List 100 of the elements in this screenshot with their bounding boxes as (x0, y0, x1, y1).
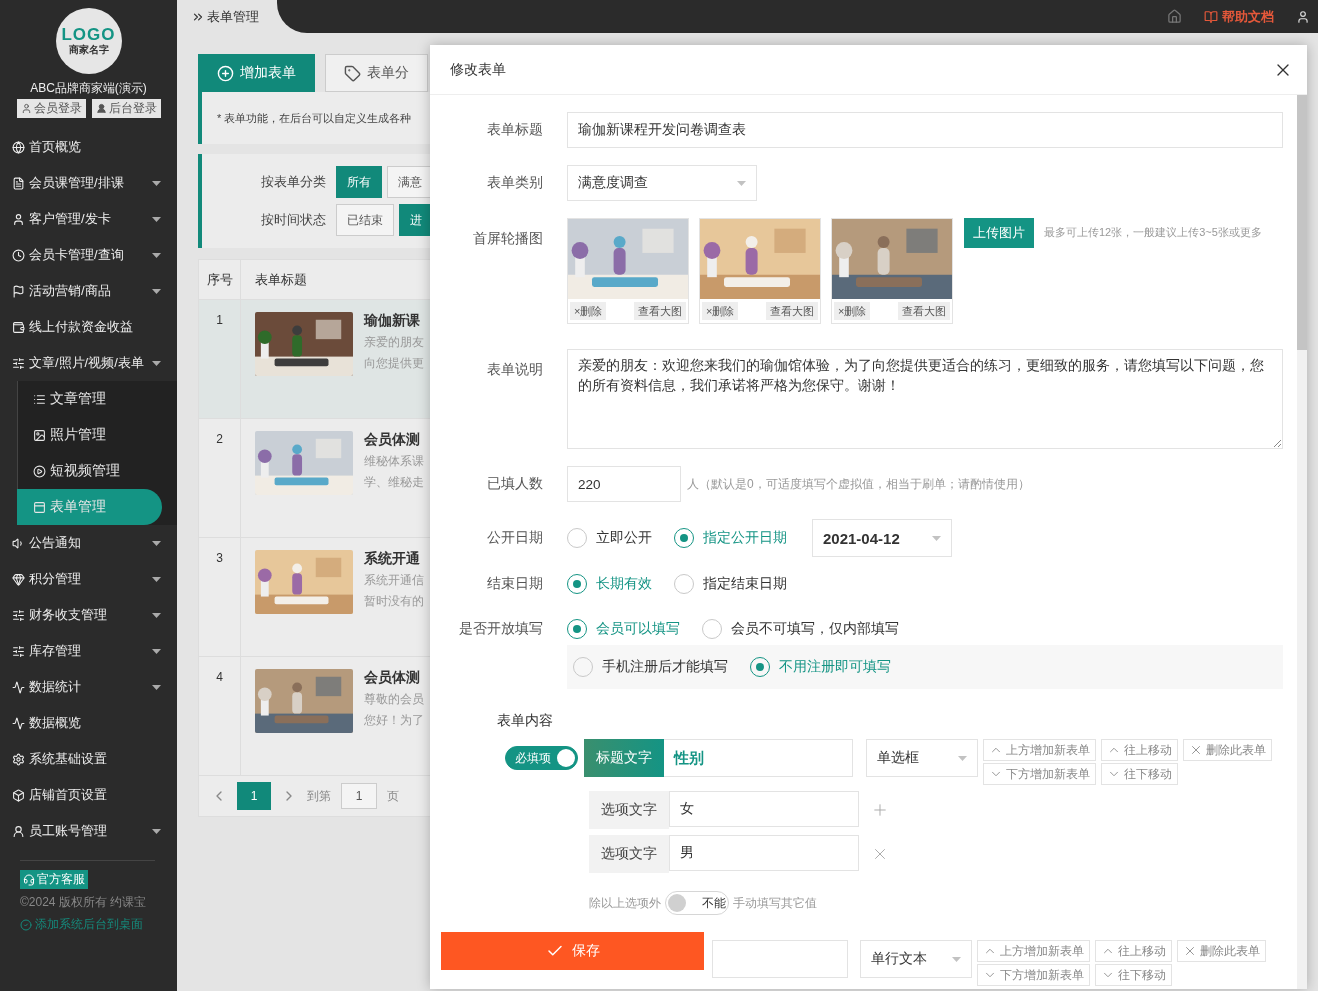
radio-option[interactable]: 会员可以填写 (567, 619, 680, 639)
menu-item[interactable]: 店铺首页设置 (0, 777, 177, 813)
gem-icon (12, 572, 25, 586)
user-icon (12, 824, 25, 838)
table-row[interactable]: 4 会员体测 尊敬的会员 您好！为了 (199, 657, 430, 776)
menu-item[interactable]: 首页概览 (0, 129, 177, 165)
menu-item[interactable]: 线上付款资金收益 (0, 309, 177, 345)
field-label: 公开日期 (486, 529, 544, 547)
view-button[interactable]: 查看大图 (898, 302, 950, 320)
table-row[interactable]: 2 会员体测 维秘体系课 学、维秘走 (199, 419, 430, 538)
radio-option[interactable]: 会员不可填写，仅内部填写 (702, 619, 899, 639)
upload-button[interactable]: 上传图片 (964, 218, 1034, 248)
action-button[interactable]: 表单分 (325, 54, 428, 92)
other-toggle[interactable]: 不能 (665, 891, 729, 915)
radio-option[interactable]: 不用注册即可填写 (750, 657, 891, 677)
table-row[interactable]: 1 瑜伽新课 亲爱的朋友 向您提供更 (199, 300, 430, 419)
other-text: 手动填写其它值 (733, 894, 817, 912)
date-select[interactable]: 2021-04-12 (812, 519, 952, 557)
menu-item[interactable]: 文章/照片/视频/表单 (0, 345, 177, 381)
field-label: 表单说明 (486, 361, 544, 379)
filter-option[interactable]: 进 (399, 204, 430, 236)
action-button[interactable]: 下方增加新表单 (983, 763, 1096, 785)
radio-option[interactable]: 长期有效 (567, 574, 652, 594)
book-icon (1204, 9, 1218, 24)
field-label: 首屏轮播图 (472, 230, 544, 248)
action-button[interactable]: 往上移动 (1101, 739, 1178, 761)
action-button[interactable]: 增加表单 (198, 54, 315, 92)
radio-option[interactable]: 手机注册后才能填写 (573, 657, 728, 677)
submenu-item[interactable]: 文章管理 (17, 381, 162, 417)
action-button[interactable]: 往下移动 (1101, 763, 1178, 785)
menu-item[interactable]: 系统基础设置 (0, 741, 177, 777)
filter-option[interactable]: 满意 (387, 166, 430, 198)
login-button[interactable]: 会员登录 (16, 99, 86, 118)
caret-icon (152, 612, 161, 618)
caret-icon (152, 252, 161, 258)
menu-item[interactable]: 员工账号管理 (0, 813, 177, 849)
category-select[interactable]: 满意度调查 (567, 165, 757, 201)
scrollbar[interactable] (1297, 95, 1307, 989)
action-button[interactable]: 删除此表单 (1177, 940, 1266, 962)
row-description: 维秘体系课 (364, 453, 424, 470)
view-button[interactable]: 查看大图 (766, 302, 818, 320)
login-button[interactable]: 后台登录 (91, 99, 161, 118)
description-field[interactable]: 亲爱的朋友：欢迎您来我们的瑜伽馆体验，为了向您提供更适合的练习，更细致的服务，请您填写以下问题，您的所有资料信息，我们承诺将严格为您保守。谢谢！ (567, 349, 1283, 449)
person-icon (95, 103, 107, 114)
radio-option[interactable]: 立即公开 (567, 528, 652, 548)
copyright-text: ©2024 版权所有 约课宝 (20, 894, 148, 911)
action-button[interactable]: 上方增加新表单 (983, 739, 1096, 761)
action-button[interactable]: 删除此表单 (1183, 739, 1272, 761)
delete-button[interactable]: ×删除 (702, 302, 739, 320)
delete-button[interactable]: ×删除 (834, 302, 871, 320)
action-button[interactable]: 往上移动 (1095, 940, 1172, 962)
menu-item[interactable]: 活动营销/商品 (0, 273, 177, 309)
menu-item[interactable]: 财务收支管理 (0, 597, 177, 633)
action-button[interactable]: 往下移动 (1095, 964, 1172, 986)
radio-option[interactable]: 指定结束日期 (674, 574, 787, 594)
user-icon[interactable] (1296, 9, 1310, 24)
option-label: 选项文字 (589, 835, 669, 873)
page-button[interactable]: 1 (237, 782, 271, 810)
type-select[interactable]: 单行文本 (860, 940, 972, 978)
sliders-icon (12, 608, 25, 622)
title-input[interactable] (712, 940, 848, 978)
caret-icon (152, 648, 161, 654)
menu-item[interactable]: 会员课管理/排课 (0, 165, 177, 201)
page-input[interactable]: 1 (341, 783, 377, 809)
menu-item[interactable]: 数据统计 (0, 669, 177, 705)
radio-option[interactable]: 指定公开日期 (674, 528, 787, 548)
table-row[interactable]: 3 系统开通 系统开通信 暂时没有的 (199, 538, 430, 657)
menu-item[interactable]: 客户管理/发卡 (0, 201, 177, 237)
service-badge[interactable]: 官方客服 (20, 870, 88, 889)
user-icon (20, 103, 32, 114)
menu-item[interactable]: 公告通知 (0, 525, 177, 561)
caret-icon (152, 288, 161, 294)
caret-icon (152, 576, 161, 582)
option-input[interactable]: 女 (669, 791, 859, 827)
section-label: 表单内容 (496, 712, 554, 730)
filter-option[interactable]: 所有 (336, 166, 382, 198)
list-icon (33, 392, 46, 406)
title-field[interactable]: 瑜伽新课程开发问卷调查表 (567, 112, 1283, 148)
wallet-icon (12, 320, 25, 334)
view-button[interactable]: 查看大图 (634, 302, 686, 320)
caret-icon (152, 540, 161, 546)
type-select[interactable]: 单选框 (866, 739, 978, 777)
resize-grip-icon[interactable] (1273, 439, 1281, 447)
menu-item[interactable]: 会员卡管理/查询 (0, 237, 177, 273)
option-input[interactable]: 男 (669, 835, 859, 871)
menu-item[interactable]: 积分管理 (0, 561, 177, 597)
count-field[interactable]: 220 (567, 466, 681, 502)
action-button[interactable]: 下方增加新表单 (977, 964, 1090, 986)
title-input[interactable]: 性别 (664, 739, 853, 777)
submenu-item[interactable]: 照片管理 (17, 417, 162, 453)
help-link[interactable]: 帮助文档 (1204, 7, 1274, 26)
required-toggle[interactable]: 必填项 (505, 746, 578, 770)
submenu-item[interactable]: 短视频管理 (17, 453, 162, 489)
delete-button[interactable]: ×删除 (570, 302, 607, 320)
filter-option[interactable]: 已结束 (336, 204, 394, 236)
action-button[interactable]: 上方增加新表单 (977, 940, 1090, 962)
home-icon[interactable] (1167, 9, 1182, 24)
menu-item[interactable]: 库存管理 (0, 633, 177, 669)
menu-item[interactable]: 数据概览 (0, 705, 177, 741)
pulse-icon (12, 716, 25, 730)
